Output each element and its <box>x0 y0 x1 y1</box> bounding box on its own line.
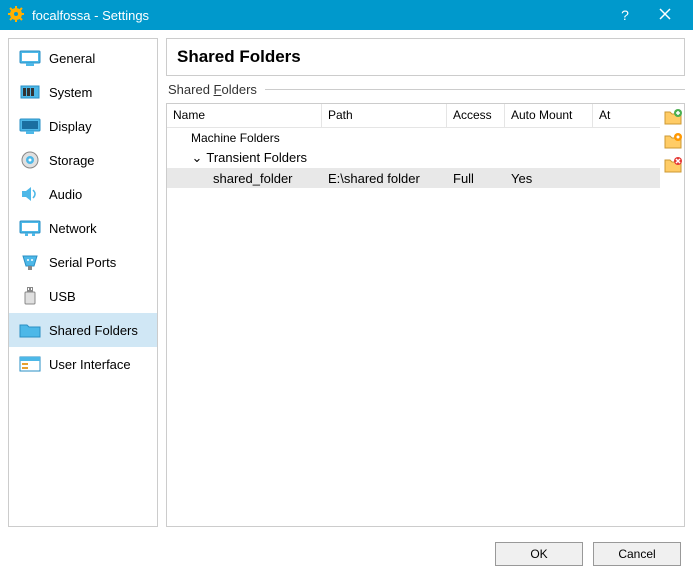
title-bar: focalfossa - Settings ? <box>0 0 693 30</box>
group-label: Transient Folders <box>206 150 307 165</box>
settings-gear-icon <box>8 6 24 25</box>
th-access[interactable]: Access <box>447 104 505 127</box>
sidebar-item-shared-folders[interactable]: Shared Folders <box>9 313 157 347</box>
shared-folders-table-wrap: Name Path Access Auto Mount At Machine F… <box>166 103 685 527</box>
folder-action-toolbar <box>660 104 684 526</box>
sidebar-item-audio[interactable]: Audio <box>9 177 157 211</box>
tree-group-transient-folders[interactable]: ⌄ Transient Folders <box>167 148 660 168</box>
storage-icon <box>19 151 41 169</box>
sidebar-item-label: Serial Ports <box>49 255 116 270</box>
add-folder-button[interactable] <box>664 108 682 126</box>
sidebar-item-label: System <box>49 85 92 100</box>
sidebar-item-network[interactable]: Network <box>9 211 157 245</box>
shared-folders-table[interactable]: Name Path Access Auto Mount At Machine F… <box>167 104 660 526</box>
network-icon <box>19 219 41 237</box>
cell-path: E:\shared folder <box>322 171 447 186</box>
system-icon <box>19 83 41 101</box>
remove-folder-button[interactable] <box>664 156 682 174</box>
table-row[interactable]: shared_folder E:\shared folder Full Yes <box>167 168 660 188</box>
cell-name: shared_folder <box>167 171 322 186</box>
group-label: Machine Folders <box>167 131 286 145</box>
ok-button[interactable]: OK <box>495 542 583 566</box>
th-path[interactable]: Path <box>322 104 447 127</box>
sidebar-item-label: Storage <box>49 153 95 168</box>
usb-icon <box>19 287 41 305</box>
display-icon <box>19 117 41 135</box>
cell-auto-mount: Yes <box>505 171 593 186</box>
sidebar-item-serial-ports[interactable]: Serial Ports <box>9 245 157 279</box>
settings-sidebar: General System Display Storage Audio Net… <box>8 38 158 527</box>
sidebar-item-label: Shared Folders <box>49 323 138 338</box>
audio-icon <box>19 185 41 203</box>
content-area: General System Display Storage Audio Net… <box>0 30 693 535</box>
sidebar-item-label: USB <box>49 289 76 304</box>
chevron-down-icon[interactable]: ⌄ <box>191 150 203 166</box>
help-button[interactable]: ? <box>605 7 645 23</box>
th-auto-mount[interactable]: Auto Mount <box>505 104 593 127</box>
sidebar-item-label: General <box>49 51 95 66</box>
cell-access: Full <box>447 171 505 186</box>
cancel-button[interactable]: Cancel <box>593 542 681 566</box>
tree-group-machine-folders[interactable]: Machine Folders <box>167 128 660 148</box>
user-interface-icon <box>19 355 41 373</box>
sidebar-item-display[interactable]: Display <box>9 109 157 143</box>
general-icon <box>19 49 41 67</box>
serial-ports-icon <box>19 253 41 271</box>
th-at[interactable]: At <box>593 104 660 127</box>
sidebar-item-system[interactable]: System <box>9 75 157 109</box>
window-title: focalfossa - Settings <box>32 8 605 23</box>
sidebar-item-label: Audio <box>49 187 82 202</box>
sidebar-item-user-interface[interactable]: User Interface <box>9 347 157 381</box>
dialog-footer: OK Cancel <box>0 535 693 573</box>
panel-title: Shared Folders <box>166 38 685 76</box>
edit-folder-button[interactable] <box>664 132 682 150</box>
th-name[interactable]: Name <box>167 104 322 127</box>
sidebar-item-storage[interactable]: Storage <box>9 143 157 177</box>
sidebar-item-label: Display <box>49 119 92 134</box>
main-panel: Shared Folders Shared Folders Name Path … <box>166 38 685 527</box>
shared-folders-icon <box>19 321 41 339</box>
sidebar-item-label: Network <box>49 221 97 236</box>
sidebar-item-usb[interactable]: USB <box>9 279 157 313</box>
sidebar-item-label: User Interface <box>49 357 131 372</box>
close-button[interactable] <box>645 7 685 23</box>
table-header: Name Path Access Auto Mount At <box>167 104 660 128</box>
group-label-shared-folders: Shared Folders <box>166 82 685 97</box>
sidebar-item-general[interactable]: General <box>9 41 157 75</box>
